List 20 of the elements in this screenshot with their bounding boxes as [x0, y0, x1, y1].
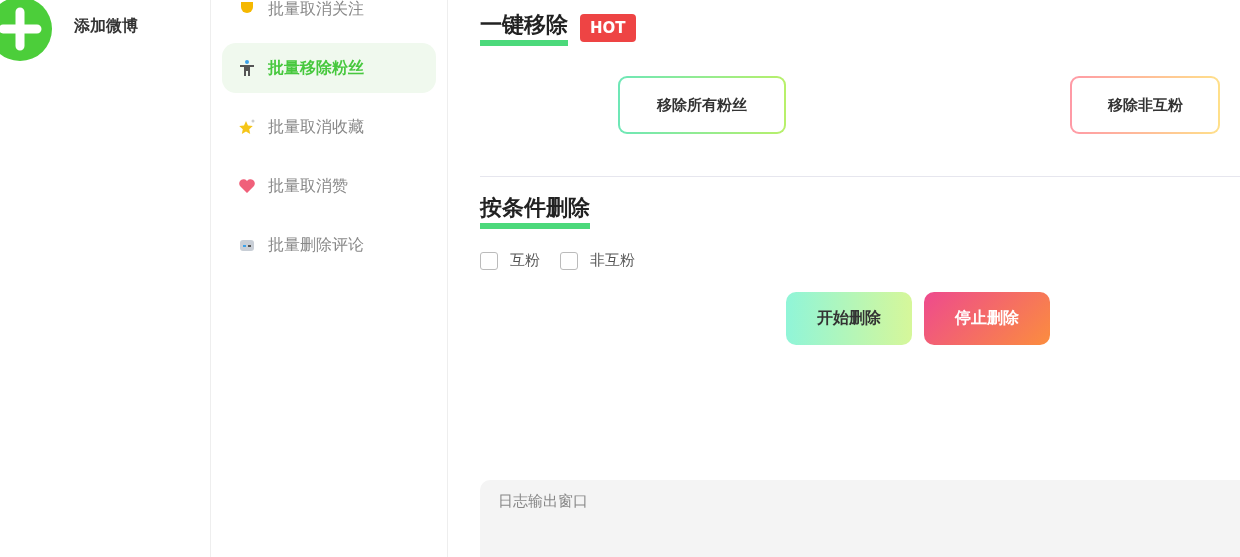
log-field[interactable]: 日志输出窗口 — [480, 480, 1240, 557]
star-icon — [238, 118, 256, 136]
heart-icon — [238, 177, 256, 195]
menu-item[interactable]: 批量取消收藏 — [222, 102, 436, 152]
remove-button[interactable]: 移除非互粉 — [1070, 76, 1220, 134]
checkbox-label[interactable]: 非互粉 — [590, 251, 635, 270]
menu-item[interactable]: 批量取消关注 — [222, 0, 436, 34]
person-icon — [238, 59, 256, 77]
start-button[interactable]: 开始删除 — [786, 292, 912, 345]
add-icon[interactable] — [0, 0, 52, 61]
menu-item[interactable]: 批量取消赞 — [222, 161, 436, 211]
menu-item[interactable]: 批量删除评论 — [222, 220, 436, 270]
add-account-label[interactable]: 添加微博 — [74, 16, 138, 37]
checkbox[interactable] — [480, 251, 498, 270]
checkbox[interactable] — [560, 251, 578, 270]
checkbox-label[interactable]: 互粉 — [510, 251, 540, 270]
remove-button[interactable]: 移除所有粉丝 — [618, 76, 786, 134]
hot-badge: HOT — [580, 14, 636, 42]
section-title: 按条件删除 — [480, 193, 590, 229]
section-title: 一键移除 — [480, 10, 568, 46]
